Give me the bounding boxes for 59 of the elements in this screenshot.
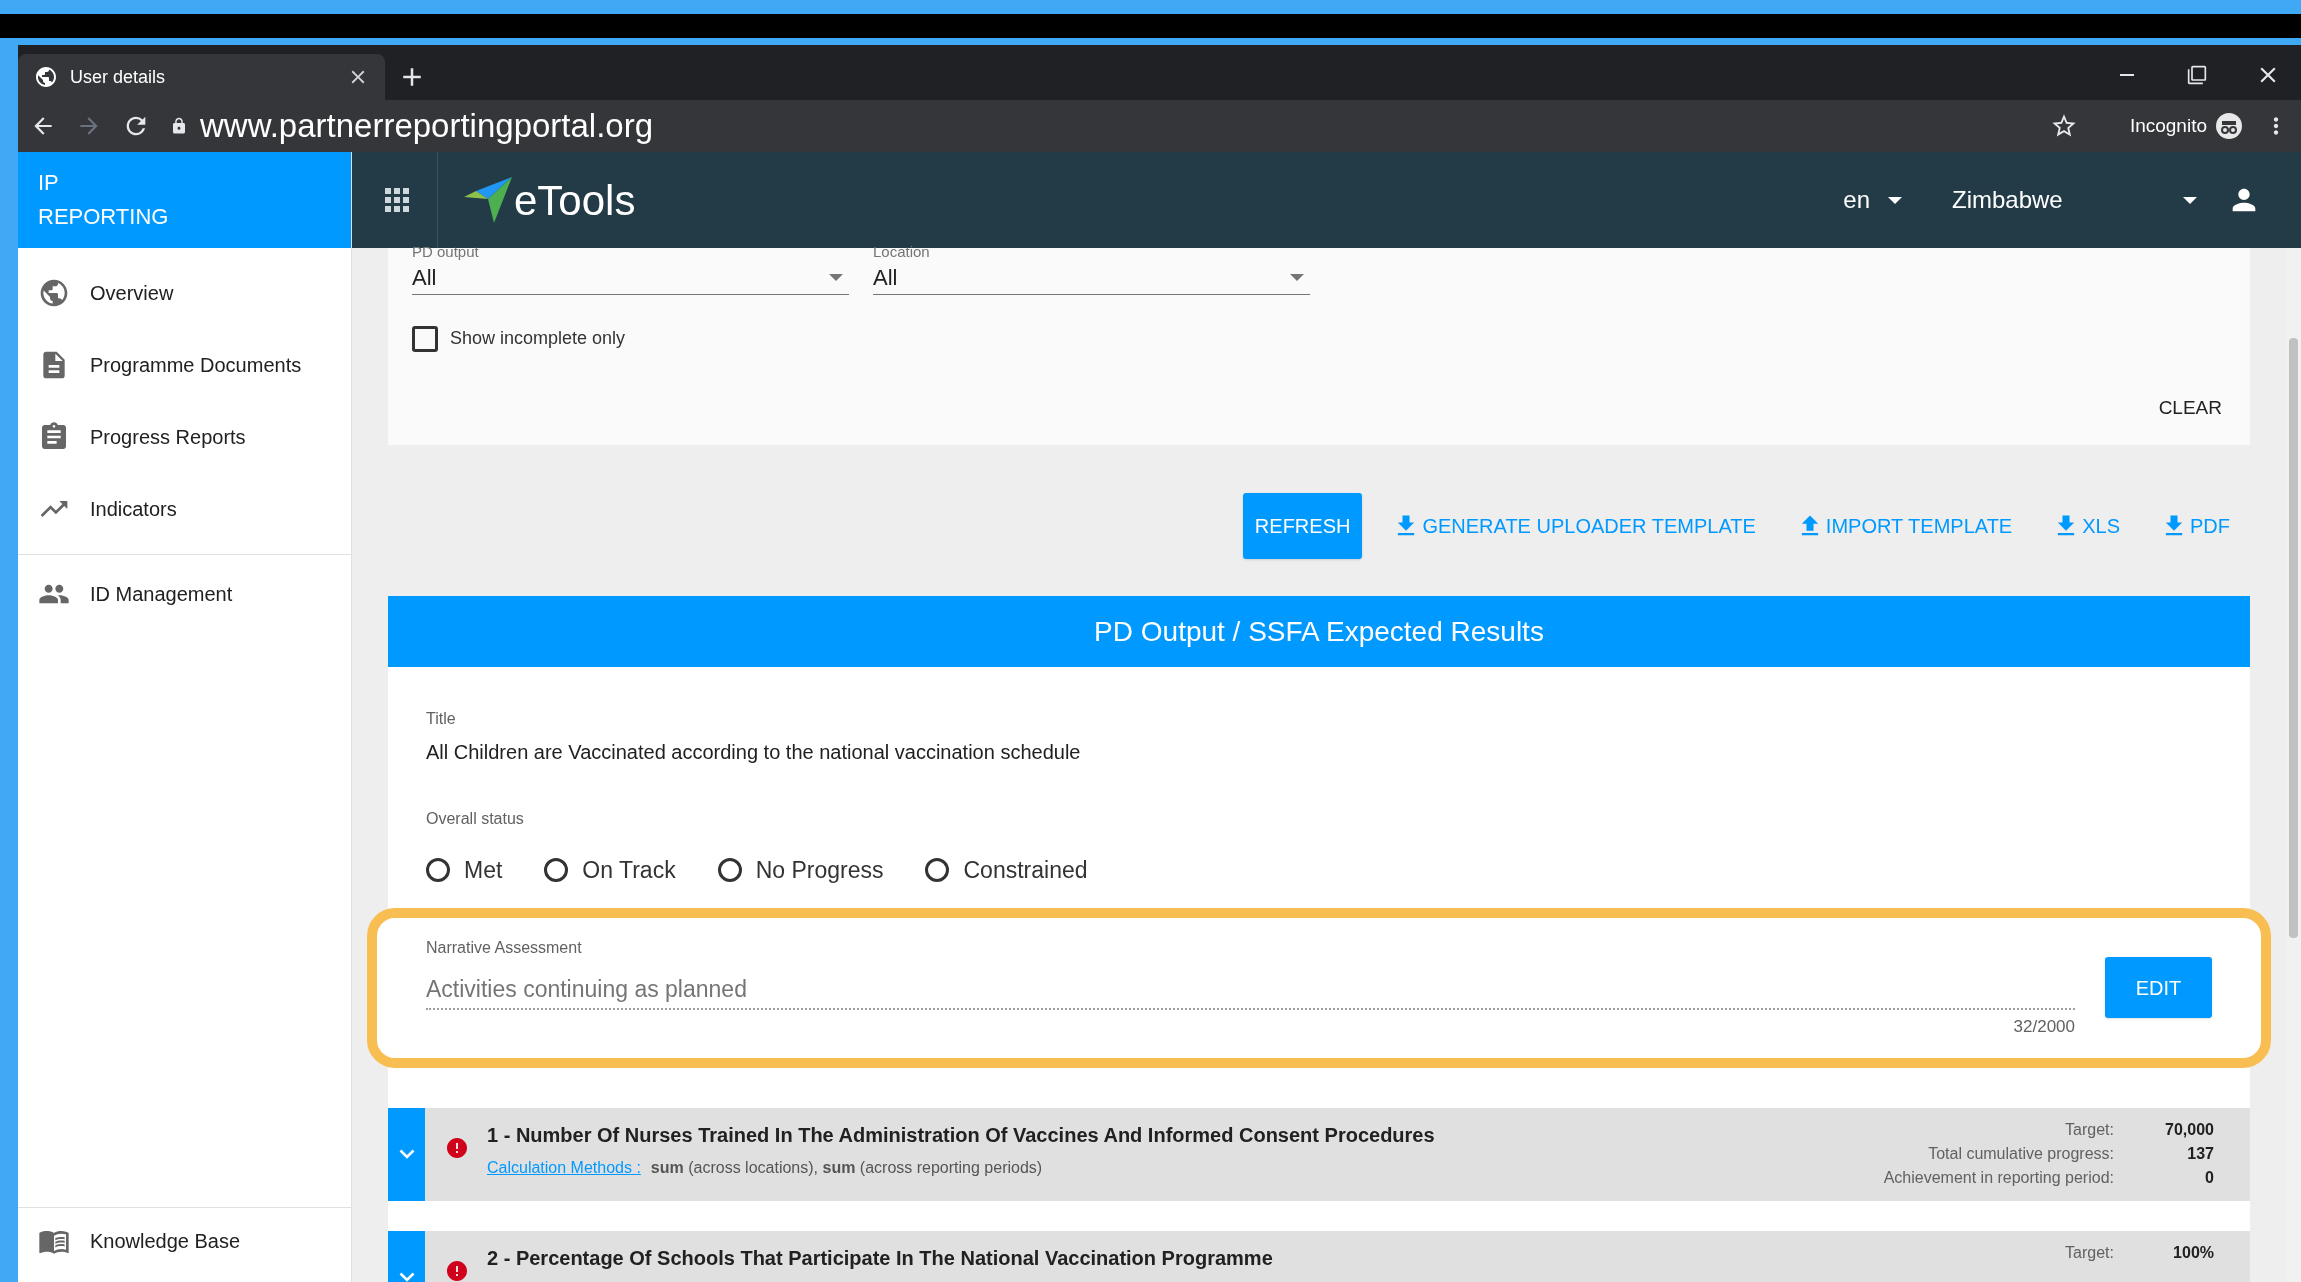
stat-label: Target: bbox=[2064, 1119, 2114, 1140]
sidebar-item[interactable]: Overview bbox=[18, 260, 351, 326]
stat-value: 70,000 bbox=[2164, 1119, 2214, 1140]
country-select[interactable]: Zimbabwe bbox=[1952, 182, 2197, 218]
tab-title: User details bbox=[70, 65, 167, 89]
select-field[interactable]: PD output All bbox=[412, 243, 849, 295]
caret-icon bbox=[2183, 196, 2197, 204]
stat-value: 0 bbox=[2204, 1167, 2214, 1188]
clear-button[interactable]: CLEAR bbox=[2154, 394, 2226, 423]
globe-icon bbox=[34, 65, 58, 89]
url-field[interactable]: www.partnerreportingportal.org bbox=[200, 101, 2030, 151]
stat-value: 100% bbox=[2172, 1242, 2214, 1263]
stat-label: Achievement in reporting period: bbox=[1883, 1167, 2114, 1188]
chevron-down-icon bbox=[398, 1149, 415, 1159]
lock-icon bbox=[170, 117, 188, 135]
error-icon bbox=[445, 1258, 469, 1282]
indicator-row[interactable]: 2 - Percentage Of Schools That Participate In The National Vaccination Programme Target: 100% bbox=[388, 1230, 2250, 1282]
incognito-icon[interactable] bbox=[2215, 112, 2243, 140]
narrative-field[interactable]: Activities continuing as planned bbox=[426, 971, 2075, 1010]
select-field[interactable]: Location All bbox=[873, 243, 1310, 295]
checkbox[interactable] bbox=[412, 325, 438, 352]
checkbox-label: Show incomplete only bbox=[450, 327, 626, 350]
incognito-label: Incognito bbox=[2129, 113, 2207, 138]
globe-icon bbox=[38, 277, 70, 309]
status-radio[interactable]: No Progress bbox=[717, 853, 884, 888]
field-label: Narrative Assessment bbox=[426, 937, 583, 958]
field-label: Overall status bbox=[426, 809, 525, 829]
caret-icon bbox=[1888, 196, 1902, 204]
stat-label: Total cumulative progress: bbox=[1927, 1143, 2114, 1164]
status-radio[interactable]: On Track bbox=[544, 853, 676, 888]
title-value: All Children are Vaccinated according to the national vaccination schedule bbox=[426, 740, 1082, 765]
sidebar-item[interactable]: Indicators bbox=[18, 476, 351, 542]
indicator-row[interactable] bbox=[388, 1107, 2250, 1201]
sidebar-item[interactable]: ID Management bbox=[18, 561, 351, 627]
caret-icon bbox=[1290, 274, 1304, 281]
expand-bar[interactable] bbox=[388, 1107, 425, 1201]
brand-title: IP REPORTING bbox=[38, 169, 170, 231]
language-select[interactable]: en bbox=[1843, 182, 1902, 218]
indicator-title: 1 - Number Of Nurses Trained In The Administration Of Vaccines And Informed Consent Procedures bbox=[487, 1122, 1436, 1148]
apps-grid-icon[interactable] bbox=[385, 188, 409, 212]
browser-tab[interactable]: User details bbox=[18, 54, 385, 100]
field-label: Title bbox=[426, 709, 457, 729]
app-logo-text: eTools bbox=[514, 175, 636, 226]
stat-value: 137 bbox=[2186, 1143, 2214, 1164]
calculation-text: sum (across locations), sum (across reporting periods) bbox=[650, 1157, 1043, 1178]
sidebar-item[interactable]: Progress Reports bbox=[18, 404, 351, 470]
logo-icon bbox=[464, 177, 512, 223]
status-radio[interactable]: Met bbox=[426, 853, 503, 888]
stat-label: Target: bbox=[2065, 1242, 2114, 1263]
character-counter: 32/2000 bbox=[2013, 1016, 2075, 1038]
sidebar-item[interactable]: Programme Documents bbox=[18, 332, 351, 398]
results-header: PD Output / SSFA Expected Results bbox=[388, 596, 2250, 667]
indicator-title: 2 - Percentage Of Schools That Participate In The National Vaccination Programme bbox=[487, 1245, 1274, 1271]
chevron-down-icon bbox=[398, 1272, 415, 1282]
restore-icon[interactable] bbox=[2187, 65, 2207, 85]
error-icon bbox=[445, 1135, 469, 1160]
sidebar-item[interactable]: Knowledge Base bbox=[18, 1208, 351, 1274]
caret-icon bbox=[829, 274, 843, 281]
status-radio[interactable]: Constrained bbox=[925, 853, 1088, 888]
